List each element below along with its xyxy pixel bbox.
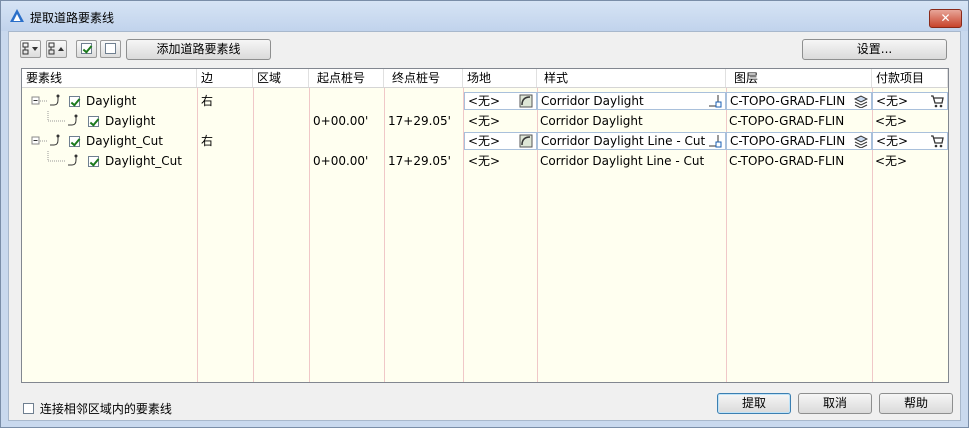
column-header-region[interactable]: 区域 [253,69,309,87]
pay-item-value: <无> [875,114,908,128]
row-checkbox[interactable] [69,136,80,147]
checked-icon [81,43,92,54]
table-row[interactable]: Daylight 右 <无> Corridor Daylight C-TOPO-… [22,91,948,111]
unchecked-icon [105,43,116,54]
tree-branch-icon [47,111,78,126]
start-station-value: 0+00.00' [313,114,369,128]
style-value: Corridor Daylight [540,114,643,128]
layer-value: C-TOPO-GRAD-FLIN [730,94,846,108]
region-value [257,111,307,131]
feature-line-name: Daylight [86,94,137,108]
collapse-tree-button[interactable] [46,40,67,58]
window-title: 提取道路要素线 [30,11,115,25]
table-row[interactable]: Daylight_Cut 0+00.00' 17+29.05' <无> Corr… [22,151,948,171]
column-header-pay-item[interactable]: 付款项目 [872,69,948,87]
layer-value: C-TOPO-GRAD-FLIN [729,114,845,128]
tree-branch-icon [31,134,60,146]
start-station-value: 0+00.00' [313,154,369,168]
style-value: Corridor Daylight [541,94,644,108]
pay-item-cart-icon[interactable] [930,94,944,108]
tree-branch-icon [31,94,60,106]
site-value: <无> [468,154,501,168]
layer-picker-icon[interactable] [854,134,868,148]
dialog-window: 提取道路要素线 ✕ 添加道路要素线 设置... 要素线 边 区域 起点桩号 终点… [0,0,969,428]
close-button[interactable]: ✕ [929,9,962,28]
start-station-value [313,91,383,111]
site-value: <无> [468,114,501,128]
cancel-button[interactable]: 取消 [798,393,872,414]
row-checkbox[interactable] [69,96,80,107]
add-feature-line-button[interactable]: 添加道路要素线 [126,39,271,60]
side-value [201,111,251,131]
site-value: <无> [468,134,501,148]
title-bar[interactable]: 提取道路要素线 ✕ [1,1,968,31]
connect-regions-label: 连接相邻区域内的要素线 [39,402,172,416]
pay-item-value: <无> [876,134,909,148]
table-row[interactable]: Daylight_Cut 右 <无> Corridor Daylight Lin… [22,131,948,151]
column-header-side[interactable]: 边 [197,69,253,87]
style-picker-icon[interactable] [708,134,722,148]
style-value: Corridor Daylight Line - Cut [540,154,705,168]
style-selector[interactable]: Corridor Daylight [537,92,726,110]
site-selector[interactable]: <无> [464,92,537,110]
region-value [257,151,307,171]
site-picker-icon[interactable] [519,94,533,108]
expand-all-icon [22,42,38,55]
site-value: <无> [468,94,501,108]
side-value: 右 [201,94,214,108]
layer-value: C-TOPO-GRAD-FLIN [730,134,846,148]
row-checkbox[interactable] [88,116,99,127]
layer-selector[interactable]: C-TOPO-GRAD-FLIN [726,92,872,110]
connect-regions-checkbox[interactable] [23,403,34,414]
dialog-body: 添加道路要素线 设置... 要素线 边 区域 起点桩号 终点桩号 场地 样式 图… [8,31,961,421]
feature-line-name: Daylight_Cut [105,154,182,168]
feature-line-name: Daylight_Cut [86,134,163,148]
column-header-end-station[interactable]: 终点桩号 [384,69,463,87]
side-value [201,151,251,171]
expand-tree-button[interactable] [20,40,41,58]
help-button[interactable]: 帮助 [879,393,953,414]
style-value: Corridor Daylight Line - Cut [541,134,706,148]
table-row[interactable]: Daylight 0+00.00' 17+29.05' <无> Corridor… [22,111,948,131]
pay-item-value: <无> [875,154,908,168]
column-header-layer[interactable]: 图层 [726,69,872,87]
style-selector[interactable]: Corridor Daylight Line - Cut [537,132,726,150]
pay-item-selector[interactable]: <无> [872,132,948,150]
end-station-value: 17+29.05' [388,154,451,168]
side-value: 右 [201,134,214,148]
site-selector[interactable]: <无> [464,132,537,150]
column-header-style[interactable]: 样式 [537,69,726,87]
feature-line-name: Daylight [105,114,156,128]
connect-regions-option[interactable]: 连接相邻区域内的要素线 [23,400,172,417]
region-value [257,131,307,151]
end-station-value [388,131,462,151]
layer-value: C-TOPO-GRAD-FLIN [729,154,845,168]
feature-line-table: 要素线 边 区域 起点桩号 终点桩号 场地 样式 图层 付款项目 Dayligh… [21,68,949,383]
column-header-feature-line[interactable]: 要素线 [22,69,197,87]
column-header-site[interactable]: 场地 [463,69,537,87]
extract-button[interactable]: 提取 [717,393,791,414]
row-checkbox[interactable] [88,156,99,167]
end-station-value [388,91,462,111]
start-station-value [313,131,383,151]
pay-item-value: <无> [876,94,909,108]
pay-item-cart-icon[interactable] [930,134,944,148]
region-value [257,91,307,111]
select-all-button[interactable] [76,40,97,58]
collapse-all-icon [48,42,64,55]
clear-all-button[interactable] [100,40,121,58]
table-header: 要素线 边 区域 起点桩号 终点桩号 场地 样式 图层 付款项目 [22,69,948,88]
layer-selector[interactable]: C-TOPO-GRAD-FLIN [726,132,872,150]
settings-button[interactable]: 设置... [802,39,947,60]
site-picker-icon[interactable] [519,134,533,148]
end-station-value: 17+29.05' [388,114,451,128]
layer-picker-icon[interactable] [854,94,868,108]
pay-item-selector[interactable]: <无> [872,92,948,110]
tree-branch-icon [47,151,78,166]
column-header-start-station[interactable]: 起点桩号 [309,69,384,87]
civil3d-app-icon [10,9,24,22]
style-picker-icon[interactable] [708,94,722,108]
